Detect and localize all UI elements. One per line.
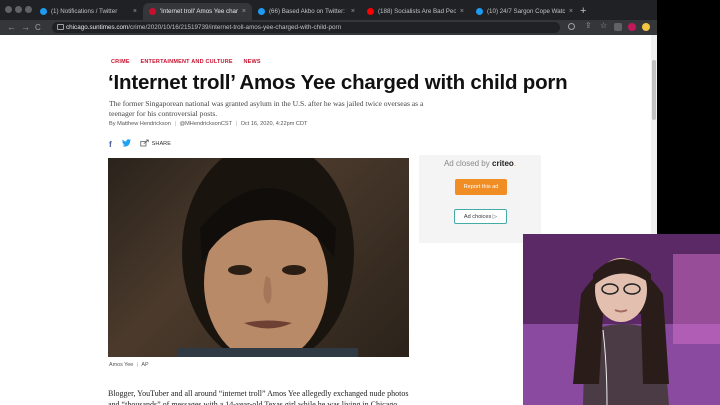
browser-tab[interactable]: (1) Notifications / Twitter ×: [34, 3, 143, 20]
browser-tab[interactable]: (10) 24/7 Sargon Cope Watch ×: [470, 3, 579, 20]
browser-tab[interactable]: 'Internet troll' Amos Yee charg ×: [143, 3, 252, 20]
browser-toolbar: ← → C chicago.suntimes.com/crime/2020/10…: [0, 20, 657, 35]
ad-closed-notice: Ad closed by criteo.: [419, 159, 541, 168]
tab-title: (10) 24/7 Sargon Cope Watch: [487, 8, 565, 15]
tab-title: (188) Socialists Are Bad People: [378, 8, 456, 15]
facebook-icon[interactable]: f: [109, 140, 112, 149]
share-icon[interactable]: [140, 139, 149, 149]
ad-closed-text: Ad closed by: [443, 159, 490, 168]
byline-separator: |: [235, 121, 237, 127]
tab-favicon-icon: [367, 8, 374, 15]
category-link[interactable]: ENTERTAINMENT AND CULTURE: [140, 59, 232, 65]
article-categories: CRIME ENTERTAINMENT AND CULTURE NEWS: [111, 59, 270, 65]
search-icon[interactable]: [568, 23, 575, 30]
ad-slot: Ad closed by criteo. Report this ad Ad c…: [419, 155, 541, 243]
tab-favicon-icon: [149, 8, 156, 15]
url-path: /crime/2020/10/16/21519739/internet-trol…: [128, 24, 342, 31]
criteo-logo: criteo: [492, 159, 514, 168]
caption-separator: |: [136, 362, 139, 368]
article-headline: ‘Internet troll’ Amos Yee charged with c…: [108, 71, 568, 94]
tab-close-icon[interactable]: ×: [133, 8, 137, 15]
tab-close-icon[interactable]: ×: [351, 8, 355, 15]
tab-title: (66) Based Akbo on Twitter: ": [269, 8, 347, 15]
window-close-dot[interactable]: [5, 6, 12, 13]
webcam-overlay: [523, 234, 720, 405]
category-link[interactable]: CRIME: [111, 59, 130, 65]
caption-text: Amos Yee: [109, 362, 134, 368]
byline-prefix: By: [109, 121, 116, 127]
new-tab-button[interactable]: +: [580, 3, 586, 20]
star-icon[interactable]: ☆: [600, 21, 608, 30]
report-ad-button[interactable]: Report this ad: [455, 179, 507, 195]
byline-separator: |: [174, 121, 176, 127]
photo-credit: AP: [141, 362, 149, 368]
forward-button[interactable]: →: [21, 21, 30, 34]
ad-choices-button[interactable]: Ad choices ▷: [454, 209, 507, 224]
tab-favicon-icon: [476, 8, 483, 15]
tab-favicon-icon: [40, 8, 47, 15]
browser-tab[interactable]: (188) Socialists Are Bad People ×: [361, 3, 470, 20]
profile-avatar-icon[interactable]: [642, 23, 650, 31]
scrollbar-thumb[interactable]: [652, 60, 656, 120]
author-handle-link[interactable]: @MHendricksonCST: [179, 121, 232, 127]
criteo-mark-icon: .: [513, 159, 517, 168]
author-link[interactable]: Matthew Hendrickson: [117, 121, 171, 127]
photo-caption: Amos Yee | AP: [109, 362, 149, 368]
extension-red-icon[interactable]: [628, 23, 636, 31]
window-minimize-dot[interactable]: [15, 6, 22, 13]
tab-close-icon[interactable]: ×: [242, 8, 246, 15]
twitter-icon[interactable]: [121, 139, 131, 149]
extension-icon[interactable]: [614, 23, 622, 31]
share-label[interactable]: SHARE: [152, 141, 171, 147]
category-link[interactable]: NEWS: [243, 59, 260, 65]
lock-icon: [57, 24, 64, 30]
url-domain: chicago.suntimes.com: [66, 24, 129, 31]
tab-title: (1) Notifications / Twitter: [51, 8, 118, 15]
share-page-icon[interactable]: ⇪: [585, 21, 593, 30]
article-dek: The former Singaporean national was gran…: [109, 99, 424, 118]
tab-close-icon[interactable]: ×: [569, 8, 573, 15]
tab-favicon-icon: [258, 8, 265, 15]
tab-title: 'Internet troll' Amos Yee charg: [160, 8, 238, 15]
share-bar: f SHARE: [109, 139, 171, 149]
back-button[interactable]: ←: [7, 21, 16, 34]
streamer-illustration: [523, 234, 720, 405]
window-zoom-dot[interactable]: [25, 6, 32, 13]
article-body: Blogger, YouTuber and all around “intern…: [108, 389, 409, 405]
reload-button[interactable]: C: [35, 21, 41, 34]
byline: By Matthew Hendrickson | @MHendricksonCS…: [109, 121, 307, 127]
tab-strip: (1) Notifications / Twitter × 'Internet tr…: [0, 0, 657, 20]
article-photo: [108, 158, 409, 357]
browser-tab[interactable]: (66) Based Akbo on Twitter: " ×: [252, 3, 361, 20]
portrait-illustration: [178, 158, 358, 357]
address-bar[interactable]: chicago.suntimes.com/crime/2020/10/16/21…: [52, 22, 560, 33]
publish-date: Oct 16, 2020, 4:22pm CDT: [240, 121, 308, 127]
url-text[interactable]: chicago.suntimes.com/crime/2020/10/16/21…: [66, 23, 341, 32]
tab-close-icon[interactable]: ×: [460, 8, 464, 15]
